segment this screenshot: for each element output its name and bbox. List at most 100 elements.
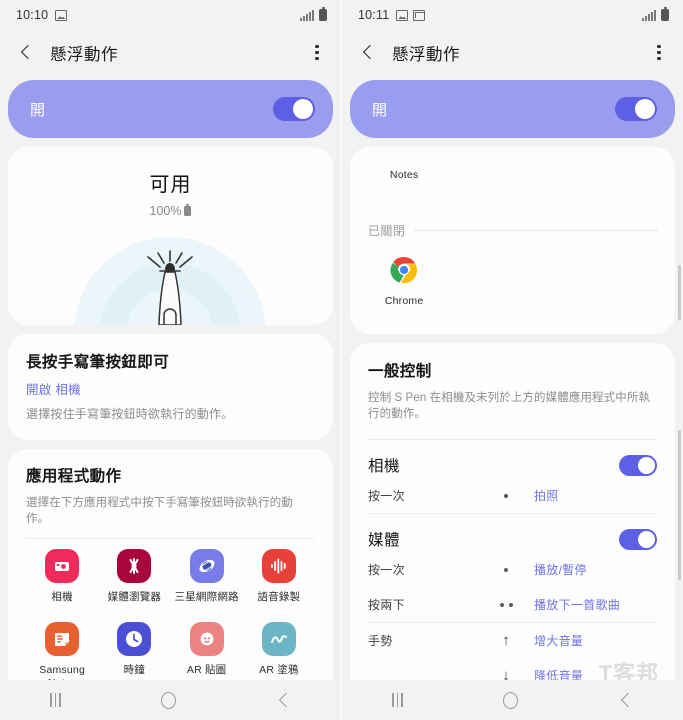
more-options-icon[interactable] — [307, 43, 327, 63]
image-icon — [55, 9, 68, 21]
scroll-body[interactable]: 開 可用 100% 長按手寫筆按鈕即可 開啟 相機 選擇按住手寫筆按鈕時欲執行的… — [0, 80, 341, 720]
action-key: 按一次 — [368, 489, 405, 504]
list-item-label: Notes — [389, 169, 419, 181]
gesture-action-row[interactable]: 手勢 ↑ 增大音量 — [368, 623, 657, 658]
master-switch-label: 開 — [372, 101, 388, 119]
action-value[interactable]: 增大音量 — [534, 632, 657, 649]
samsung-notes-icon — [45, 622, 80, 657]
list-item[interactable]: Chrome — [368, 253, 440, 316]
long-press-action-card[interactable]: 長按手寫筆按鈕即可 開啟 相機 選擇按住手寫筆按鈕時欲執行的動作。 — [8, 334, 333, 441]
status-time: 10:11 — [358, 8, 390, 22]
list-item-label: 時鐘 — [123, 664, 146, 677]
camera-title: 相機 — [368, 458, 401, 476]
app-actions-title: 應用程式動作 — [26, 468, 122, 486]
status-bar: 10:11 — [342, 0, 683, 30]
media-toggle[interactable] — [619, 528, 657, 550]
disabled-apps-grid: Chrome — [350, 249, 675, 334]
long-press-description: 選擇按住手寫筆按鈕時欲執行的動作。 — [26, 407, 234, 421]
voice-recorder-icon — [261, 549, 296, 584]
back-nav-icon[interactable] — [277, 693, 291, 707]
disabled-apps-header: 已關閉 — [350, 208, 675, 249]
status-notification-icons — [396, 9, 426, 21]
scroll-body[interactable]: 開 Notes 已關閉 Chrome 一般控制 控制 S Pen 在相機及未列於… — [342, 80, 683, 720]
general-controls-card: 一般控制 控制 S Pen 在相機及未列於上方的媒體應用程式中所執行的動作。 相… — [350, 343, 675, 720]
chrome-icon — [387, 253, 421, 287]
list-item-label: 三星網際網路 — [174, 591, 239, 604]
navigation-bar — [342, 680, 683, 720]
list-item[interactable]: Notes — [368, 147, 440, 190]
list-item[interactable]: 相機 — [26, 549, 98, 612]
two-dots-gesture-icon — [478, 602, 534, 607]
screenshot-pair: 10:10 懸浮動作 開 可用 100% 長按手寫筆按鈕即可 開啟 相機 選擇按… — [0, 0, 683, 720]
ar-emoji-icon — [189, 622, 224, 657]
recent-apps-icon[interactable] — [392, 693, 403, 707]
signal-bars-icon — [300, 10, 314, 21]
battery-icon — [184, 204, 192, 216]
camera-action-row[interactable]: 按一次 拍照 — [368, 478, 657, 513]
spen-battery-row: 100% — [8, 204, 333, 218]
camera-toggle[interactable] — [619, 454, 657, 476]
media-action-row[interactable]: 按一次 播放/暫停 — [368, 552, 657, 587]
app-actions-description: 選擇在下方應用程式中按下手寫筆按鈕時欲執行的動作。 — [26, 497, 293, 526]
list-item-label: 媒體瀏覽器 — [107, 591, 162, 604]
scrollbar[interactable] — [678, 265, 681, 320]
list-item-label: AR 貼圖 — [186, 664, 227, 677]
gallery-icon — [117, 549, 152, 584]
camera-header: 相機 — [368, 440, 657, 478]
master-switch-label: 開 — [30, 101, 46, 119]
list-item[interactable]: 語音錄製 — [243, 549, 315, 612]
navigation-bar — [0, 680, 341, 720]
left-phone-screen: 10:10 懸浮動作 開 可用 100% 長按手寫筆按鈕即可 開啟 相機 選擇按… — [0, 0, 341, 720]
home-icon[interactable] — [161, 691, 177, 709]
partial-app-row: Notes — [350, 147, 675, 208]
samsung-internet-icon — [189, 549, 224, 584]
status-notification-icons — [55, 9, 68, 21]
list-item[interactable]: 媒體瀏覽器 — [98, 549, 170, 612]
action-key: 按兩下 — [368, 598, 405, 613]
back-icon[interactable] — [358, 43, 378, 63]
general-controls-title: 一般控制 — [368, 363, 432, 381]
one-dot-gesture-icon — [478, 493, 534, 498]
one-dot-gesture-icon — [478, 567, 534, 572]
list-item-label: 相機 — [51, 591, 73, 604]
back-nav-icon[interactable] — [619, 693, 633, 707]
action-value[interactable]: 播放/暫停 — [534, 561, 657, 578]
action-value[interactable]: 拍照 — [534, 487, 657, 504]
signal-bars-icon — [642, 10, 656, 21]
list-item-label: AR 塗鴉 — [259, 664, 299, 677]
app-bar: 懸浮動作 — [0, 30, 341, 75]
master-switch-toggle[interactable] — [615, 97, 657, 121]
camera-icon — [45, 549, 80, 584]
list-item-label: 語音錄製 — [257, 591, 301, 604]
app-actions-grid-row-1: 相機 媒體瀏覽器 三星網際網路 語音錄製 — [26, 539, 315, 612]
air-actions-master-switch-row[interactable]: 開 — [8, 80, 333, 138]
home-icon[interactable] — [503, 691, 519, 709]
back-icon[interactable] — [16, 43, 36, 63]
ar-doodle-icon — [261, 622, 296, 657]
general-controls-description: 控制 S Pen 在相機及未列於上方的媒體應用程式中所執行的動作。 — [368, 392, 651, 421]
disabled-apps-label: 已關閉 — [368, 224, 406, 239]
master-switch-toggle[interactable] — [273, 97, 315, 121]
status-bar: 10:10 — [0, 0, 341, 30]
status-system-icons — [300, 7, 327, 21]
air-actions-master-switch-row[interactable]: 開 — [350, 80, 675, 138]
media-header: 媒體 — [368, 514, 657, 552]
spen-status-card: 可用 100% — [8, 147, 333, 325]
mail-icon — [413, 9, 426, 21]
list-item[interactable]: 三星網際網路 — [171, 549, 243, 612]
scrollbar[interactable] — [678, 430, 681, 580]
spen-battery-text: 100% — [149, 204, 182, 218]
right-phone-screen: 10:11 懸浮動作 開 Notes 已關閉 Chrome 一般控制 控制 S … — [341, 0, 683, 720]
battery-icon — [661, 7, 669, 21]
samsung-notes-icon — [387, 147, 421, 161]
long-press-value[interactable]: 開啟 相機 — [26, 379, 315, 398]
more-options-icon[interactable] — [649, 43, 669, 63]
list-item-label: Chrome — [384, 295, 424, 308]
page-title: 懸浮動作 — [392, 45, 460, 64]
recent-apps-icon[interactable] — [50, 693, 61, 707]
gestures-title: 手勢 — [368, 634, 393, 649]
action-value[interactable]: 播放下一首歌曲 — [534, 596, 657, 613]
battery-icon — [319, 7, 327, 21]
divider — [415, 230, 657, 232]
media-action-row[interactable]: 按兩下 播放下一首歌曲 — [368, 587, 657, 622]
